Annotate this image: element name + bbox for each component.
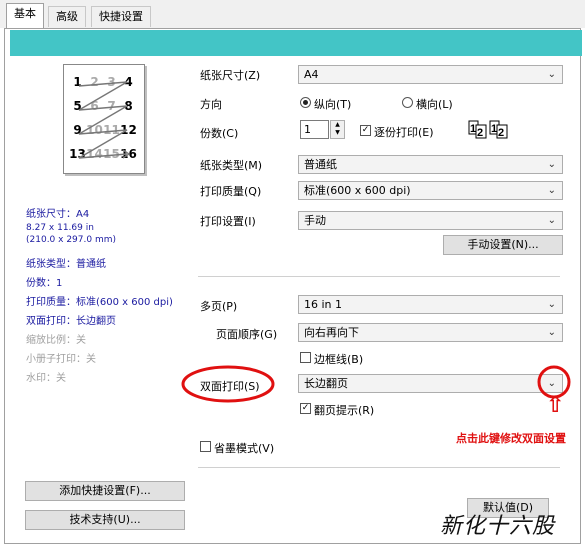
collate-label: 逐份打印(E) — [374, 126, 434, 139]
annotation-note: 点击此键修改双面设置 — [456, 432, 566, 445]
collate-checkbox[interactable]: ✓ — [360, 125, 371, 136]
toner-save-label: 省墨模式(V) — [214, 442, 275, 455]
svg-text:1: 1 — [491, 123, 497, 135]
svg-text:2: 2 — [498, 127, 504, 139]
multipage-label: 多页(P) — [200, 300, 238, 313]
paper-type-select[interactable]: 普通纸 ⌄ — [298, 155, 563, 174]
portrait-radio[interactable] — [300, 97, 311, 108]
duplex-select[interactable]: 长边翻页 ⌄ — [298, 374, 563, 393]
duplex-value: 长边翻页 — [304, 377, 348, 390]
up-arrow-icon: ⇧ — [546, 393, 565, 418]
chevron-down-icon: ⌄ — [547, 215, 556, 226]
chevron-down-icon: ⌄ — [547, 185, 556, 196]
copies-input[interactable]: 1 — [300, 120, 329, 139]
chevron-down-icon: ⌄ — [547, 69, 556, 80]
duplex-highlight-circle — [181, 365, 275, 403]
portrait-label: 纵向(T) — [314, 98, 352, 111]
tech-support-button[interactable]: 技术支持(U)... — [25, 510, 185, 530]
summary-scale: 缩放比例：关 — [26, 335, 86, 346]
landscape-label: 横向(L) — [416, 98, 453, 111]
svg-text:2: 2 — [477, 127, 483, 139]
page-order-path-icon — [78, 81, 131, 159]
add-shortcut-button[interactable]: 添加快捷设置(F)... — [25, 481, 185, 501]
multipage-value: 16 in 1 — [304, 298, 343, 311]
page-preview-grid: 1 2 3 4 5 6 7 8 9 10 11 12 13 14 15 16 — [69, 70, 137, 166]
collate-illustration-icon: 1 2 1 2 — [468, 120, 508, 139]
chevron-down-icon: ⌄ — [547, 299, 556, 310]
paper-type-label: 纸张类型(M) — [200, 159, 263, 172]
svg-text:1: 1 — [470, 123, 476, 135]
divider — [198, 276, 560, 277]
orientation-label: 方向 — [200, 98, 222, 111]
summary-dims-in: 8.27 x 11.69 in — [26, 223, 94, 233]
tab-basic[interactable]: 基本 — [6, 3, 44, 29]
flip-hint-checkbox[interactable]: ✓ — [300, 403, 311, 414]
radio-selected-dot — [303, 100, 308, 105]
summary-watermark: 水印：关 — [26, 373, 66, 384]
tab-advanced[interactable]: 高级 — [48, 6, 86, 27]
page-order-select[interactable]: 向右再向下 ⌄ — [298, 323, 563, 342]
paper-size-label: 纸张尺寸(Z) — [200, 69, 261, 82]
paper-size-select[interactable]: A4 ⌄ — [298, 65, 563, 84]
manual-settings-button[interactable]: 手动设置(N)... — [443, 235, 563, 255]
chevron-down-icon: ⌄ — [547, 159, 556, 170]
paper-size-value: A4 — [304, 68, 319, 81]
toner-save-checkbox[interactable] — [200, 441, 211, 452]
chevron-down-icon: ⌄ — [547, 327, 556, 338]
summary-duplex: 双面打印：长边翻页 — [26, 316, 116, 327]
multipage-select[interactable]: 16 in 1 ⌄ — [298, 295, 563, 314]
summary-paper-type: 纸张类型：普通纸 — [26, 259, 106, 270]
border-checkbox[interactable] — [300, 352, 311, 363]
summary-copies: 份数：1 — [26, 278, 63, 289]
page-order-label: 页面顺序(G) — [216, 328, 278, 341]
copies-stepper[interactable]: ▲ ▼ — [330, 120, 345, 139]
quality-label: 打印质量(Q) — [200, 185, 262, 198]
summary-booklet: 小册子打印：关 — [26, 354, 96, 365]
quality-select[interactable]: 标准(600 x 600 dpi) ⌄ — [298, 181, 563, 200]
summary-paper-size: 纸张尺寸：A4 — [26, 209, 90, 220]
print-settings-select[interactable]: 手动 ⌄ — [298, 211, 563, 230]
watermark-text: 新化十六股 — [440, 514, 556, 539]
tab-shortcut-settings[interactable]: 快捷设置 — [91, 6, 151, 27]
landscape-radio[interactable] — [402, 97, 413, 108]
paper-type-value: 普通纸 — [304, 158, 337, 171]
border-label: 边框线(B) — [314, 353, 364, 366]
stepper-down-icon: ▼ — [335, 129, 340, 136]
page-order-value: 向右再向下 — [304, 326, 359, 339]
tab-bar — [0, 0, 585, 28]
divider — [198, 467, 560, 468]
flip-hint-label: 翻页提示(R) — [314, 404, 375, 417]
print-settings-value: 手动 — [304, 214, 326, 227]
copies-label: 份数(C) — [200, 127, 239, 140]
summary-quality: 打印质量：标准(600 x 600 dpi) — [26, 297, 173, 308]
quality-value: 标准(600 x 600 dpi) — [304, 184, 411, 197]
print-settings-label: 打印设置(I) — [200, 215, 256, 228]
header-band — [10, 30, 582, 56]
stepper-up-icon: ▲ — [335, 121, 340, 128]
summary-dims-mm: (210.0 x 297.0 mm) — [26, 235, 116, 245]
